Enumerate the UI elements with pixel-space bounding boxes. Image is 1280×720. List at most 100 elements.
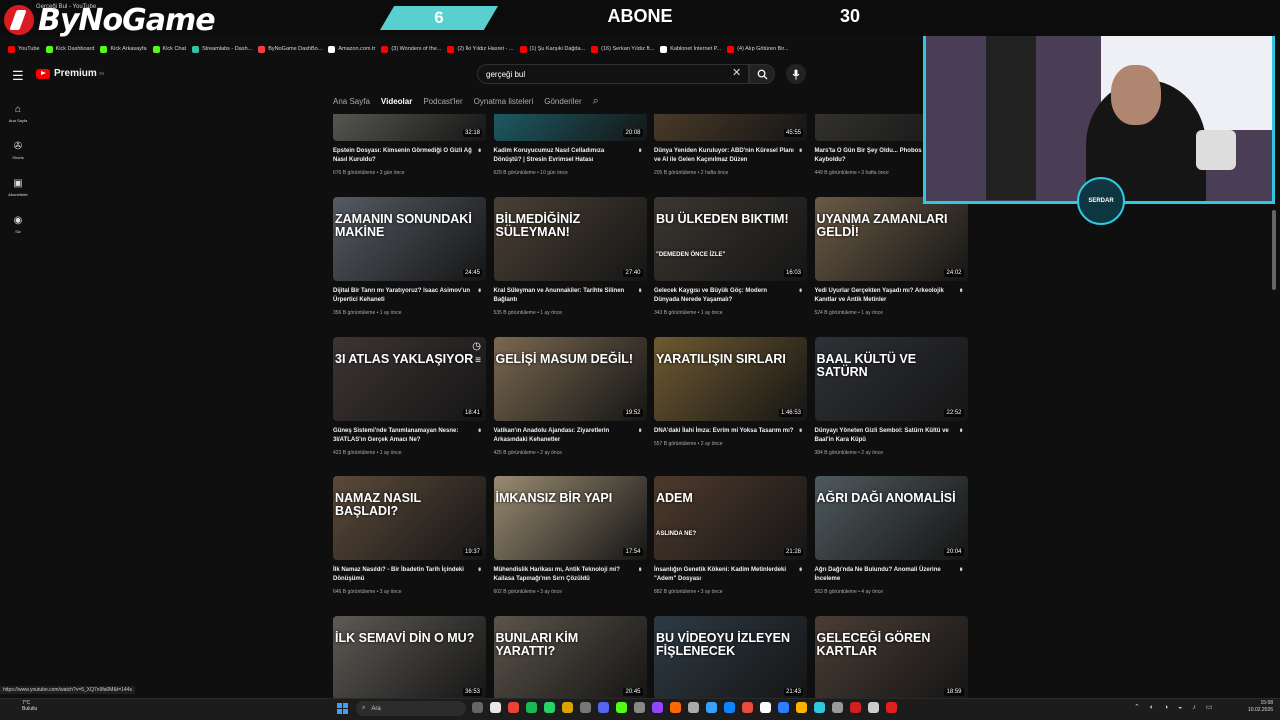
more-options-icon[interactable]: ••• [636,288,645,290]
page-scrollbar[interactable] [1272,210,1276,290]
youtube-premium-logo[interactable]: Premium TR [36,68,104,79]
video-title[interactable]: Dijital Bir Tanrı mı Yaratıyoruz? Isaac … [333,287,473,305]
bookmark-item[interactable]: Amazon.com.tr [328,45,375,53]
more-options-icon[interactable]: ••• [796,148,805,150]
bookmark-item[interactable]: (2) İki Yıldız Hasret - ... [447,45,514,53]
video-thumbnail[interactable]: YARATILIŞIN SIRLARI 1:46:53 [654,336,807,421]
video-title[interactable]: Gelecek Kaygısı ve Büyük Göç: Modern Dün… [654,287,794,305]
video-title[interactable]: Kral Süleyman ve Anunnakiler: Tarihte Si… [494,287,634,305]
taskbar-app-icon[interactable] [490,702,501,713]
tab-channel[interactable]: Videolar [381,97,412,106]
clear-search-icon[interactable]: ✕ [732,66,741,79]
video-thumbnail[interactable]: AĞRI DAĞI ANOMALİSİ 20:04 [814,476,968,561]
browser-tab-title[interactable]: Gerçeği Bul - YouTube [36,4,96,10]
video-card[interactable]: İLK SEMAVİ DİN O MU? 36:53 [333,616,486,700]
taskbar-app-icon[interactable] [850,702,861,713]
tab-channel[interactable]: Ana Sayfa [333,97,370,106]
taskbar-app-icon[interactable] [562,702,573,713]
more-options-icon[interactable]: ••• [796,428,805,430]
more-options-icon[interactable]: ••• [957,428,966,430]
taskbar-app-icon[interactable] [544,702,555,713]
taskbar-app-icon[interactable] [634,702,645,713]
bookmark-item[interactable]: YouTube [8,45,40,53]
video-thumbnail[interactable]: UYANMA ZAMANLARI GELDİ! 24:02 [814,196,968,281]
video-thumbnail[interactable]: İLK SEMAVİ DİN O MU? 36:53 [333,616,486,700]
taskbar-search[interactable]: ⌕ Ara [356,701,466,716]
more-options-icon[interactable]: ••• [475,567,484,569]
add-to-queue-icon[interactable]: ≡ [475,355,481,366]
weather-widget[interactable]: 7°C Bulutlu [22,700,37,712]
more-options-icon[interactable]: ••• [475,428,484,430]
watch-later-icon[interactable]: ◷ [472,341,481,352]
bookmark-item[interactable]: Kick Arkasayfa [100,45,147,53]
video-title[interactable]: Epstein Dosyası: Kimsenin Görmediği O Gi… [333,147,473,165]
video-card[interactable]: İMKANSIZ BİR YAPI 17:54 Mühendislik Harika… [493,476,647,595]
taskbar-app-icon[interactable] [616,702,627,713]
bookmark-item[interactable]: ByNoGame DashBo... [258,45,322,53]
video-title[interactable]: Güneş Sistemi'nde Tanımlanamayan Nesne: … [333,427,473,445]
taskbar-app-icon[interactable] [886,702,897,713]
more-options-icon[interactable]: ••• [636,148,645,150]
video-card[interactable]: BUNLARI KİM YARATTI? 20:45 [493,616,647,700]
video-card[interactable]: 3I ATLAS YAKLAŞIYOR 18:41 ◷ ≡ Güneş Sistemi'… [333,336,486,456]
video-card[interactable]: AĞRI DAĞI ANOMALİSİ 20:04 Ağrı Dağı'nda Ne… [814,476,968,595]
menu-icon[interactable]: ☰ [12,68,24,84]
video-card[interactable]: ADEM ASLINDA NE? 21:28 İnsanlığın Genetik K… [654,476,807,595]
video-thumbnail[interactable]: İMKANSIZ BİR YAPI 17:54 [493,476,647,561]
taskbar-app-icon[interactable] [868,702,879,713]
taskbar-app-icon[interactable] [706,702,717,713]
taskbar-app-icon[interactable] [760,702,771,713]
video-thumbnail[interactable]: 20:08 [493,114,647,141]
video-thumbnail[interactable]: ZAMANIN SONUNDAKİ MAKİNE 24:45 [333,196,486,281]
video-thumbnail[interactable]: GELİŞİ MASUM DEĞİL! 19:52 [493,336,647,421]
video-card[interactable]: ZAMANIN SONUNDAKİ MAKİNE 24:45 Dijital Bir… [333,196,486,316]
taskbar-app-icon[interactable] [598,702,609,713]
taskbar-app-icon[interactable] [472,702,483,713]
video-thumbnail[interactable]: ADEM ASLINDA NE? 21:28 [654,476,807,561]
more-options-icon[interactable]: ••• [475,148,484,150]
video-card[interactable]: BU VİDEOYU İZLEYEN FİŞLENECEK 21:43 [654,616,807,700]
video-card[interactable]: BİLMEDİĞİNİZ SÜLEYMAN! 27:40 Kral Süleyman… [493,196,647,316]
video-thumbnail[interactable]: BU ÜLKEDEN BIKTIM! "DEMEDEN ÖNCE İZLE" 16:… [654,196,807,281]
taskbar-app-icon[interactable] [580,702,591,713]
search-button[interactable] [749,64,775,84]
bookmark-item[interactable]: (3) Wonders of the... [381,45,441,53]
more-options-icon[interactable]: ••• [636,428,645,430]
more-options-icon[interactable]: ••• [636,567,645,569]
video-thumbnail[interactable]: BU VİDEOYU İZLEYEN FİŞLENECEK 21:43 [654,616,807,700]
search-input[interactable]: gerçeği bul [477,64,749,84]
bookmark-item[interactable]: (1) Şu Karşıki Dağda... [519,45,585,53]
video-title[interactable]: Mühendislik Harikası mı, Antik Teknoloji… [494,566,634,584]
tab-channel[interactable]: Podcast'ler [423,97,462,106]
taskbar-clock[interactable]: 15:08 10.02.2026 [1248,700,1273,714]
video-card[interactable]: 32:18 Epstein Dosyası: Kimsenin Görmediği… [333,114,486,176]
bookmark-item[interactable]: Streamlabs - Dash... [192,45,252,53]
tab-channel[interactable]: Oynatma listeleri [474,97,534,106]
taskbar-app-icon[interactable] [526,702,537,713]
bookmark-item[interactable]: (4) Alıp Götüren Bir... [727,45,789,53]
video-title[interactable]: Dünyayı Yöneten Gizli Sembol: Satürn Kül… [815,427,955,445]
taskbar-app-icon[interactable] [778,702,789,713]
video-thumbnail[interactable]: 32:18 [333,114,486,141]
video-card[interactable]: UYANMA ZAMANLARI GELDİ! 24:02 Yedi Uyurlar… [814,196,968,316]
tab-channel[interactable]: Gönderiler [544,97,581,106]
video-title[interactable]: DNA'daki İlahi İmza: Evrim mi Yoksa Tasa… [654,427,794,436]
video-title[interactable]: İnsanlığın Genetik Kökeni: Kadim Metinle… [654,566,794,584]
taskbar-app-icon[interactable] [796,702,807,713]
bookmark-item[interactable]: Kick Chat [152,45,186,53]
taskbar-app-icon[interactable] [688,702,699,713]
more-options-icon[interactable]: ••• [957,288,966,290]
more-options-icon[interactable]: ••• [957,567,966,569]
video-card[interactable]: GELİŞİ MASUM DEĞİL! 19:52 Vatikan'ın Anado… [493,336,647,456]
video-thumbnail[interactable]: 45:55 [654,114,807,141]
sidebar-item-you[interactable]: ◉ Siz [0,206,36,243]
video-title[interactable]: Ağrı Dağı'nda Ne Bulundu? Anomali Üzerin… [815,566,955,584]
bookmark-item[interactable]: Kablonet İnternet P... [660,45,721,53]
video-title[interactable]: Kadim Koruyucumuz Nasıl Celladımıza Dönü… [494,147,634,165]
video-thumbnail[interactable]: NAMAZ NASIL BAŞLADI? 19:37 [333,476,486,561]
voice-search-button[interactable] [786,64,806,84]
bookmark-item[interactable]: Kick Dashboard [45,45,94,53]
taskbar-app-icon[interactable] [742,702,753,713]
video-thumbnail[interactable]: 3I ATLAS YAKLAŞIYOR 18:41 ◷ ≡ [333,336,486,421]
system-tray[interactable]: ⌃ ◐ ◑ ◒ ♪ ▭ [1134,703,1216,711]
